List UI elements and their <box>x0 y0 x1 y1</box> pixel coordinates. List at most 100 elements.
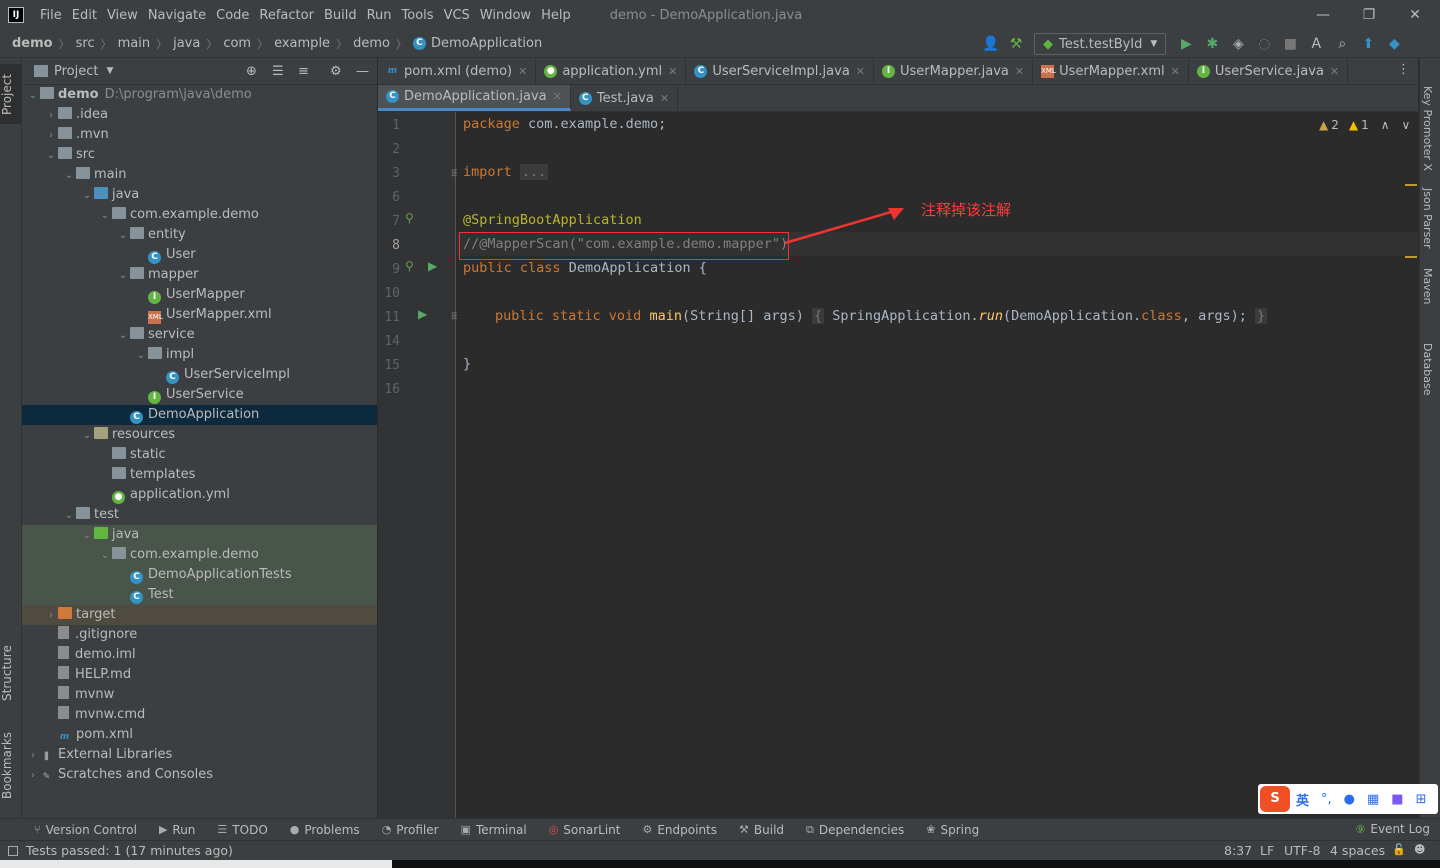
taskbar-search[interactable] <box>0 860 392 868</box>
spring-bean-icon[interactable]: ⚲ <box>405 211 414 225</box>
chevron-down-icon[interactable]: ⌄ <box>80 186 94 206</box>
tree-node[interactable]: HELP.md <box>22 665 377 685</box>
chevron-right-icon[interactable]: › <box>44 126 58 146</box>
toolbox-icon[interactable]: ◆ <box>1386 36 1402 52</box>
breadcrumb-item[interactable]: src <box>76 36 95 51</box>
breadcrumb-item[interactable]: DemoApplication <box>431 36 542 51</box>
status-message[interactable]: Tests passed: 1 (17 minutes ago) <box>26 843 233 858</box>
chevron-right-icon[interactable]: › <box>26 746 40 766</box>
breadcrumb-item[interactable]: demo <box>353 36 390 51</box>
tool-tab-run[interactable]: ▶ Run <box>159 823 195 837</box>
editor-tab[interactable]: I UserService.java ✕ <box>1189 58 1349 84</box>
chevron-down-icon[interactable]: ⌄ <box>98 206 112 226</box>
tool-tab-profiler[interactable]: ◔ Profiler <box>382 823 439 837</box>
ime-lang[interactable]: 英 <box>1296 790 1309 809</box>
spring-bean-icon[interactable]: ⚲ <box>405 259 414 273</box>
close-tab-icon[interactable]: ✕ <box>660 92 669 105</box>
translate-icon[interactable]: A <box>1308 36 1324 52</box>
toggle-tool-windows-icon[interactable] <box>8 845 18 856</box>
chevron-right-icon[interactable]: › <box>44 606 58 626</box>
editor-tab[interactable]: m pom.xml (demo) ✕ <box>378 58 537 84</box>
minimize-icon[interactable]: — <box>1300 0 1346 30</box>
close-tab-icon[interactable]: ✕ <box>518 65 527 78</box>
chevron-up-icon[interactable]: ∧ <box>1381 118 1390 132</box>
locate-icon[interactable]: ⊕ <box>246 64 257 79</box>
chevron-down-icon[interactable]: ⌄ <box>116 326 130 346</box>
menu-edit[interactable]: Edit <box>67 8 102 23</box>
bookmarks-tool-tab[interactable]: Bookmarks <box>0 728 22 803</box>
tree-node[interactable]: › .mvn <box>22 125 377 145</box>
menu-vcs[interactable]: VCS <box>439 8 475 23</box>
project-view-select[interactable]: Project <box>54 64 98 79</box>
tree-node[interactable]: ⌄ main <box>22 165 377 185</box>
grid-icon[interactable]: ⊞ <box>1416 792 1427 807</box>
debug-icon[interactable]: ✱ <box>1204 36 1220 52</box>
tree-node[interactable]: ⌄ impl <box>22 345 377 365</box>
tool-tab-dependencies[interactable]: ⧉ Dependencies <box>806 823 904 837</box>
breadcrumb-item[interactable]: com <box>223 36 251 51</box>
tree-node[interactable]: ⌄ demo D:\program\java\demo <box>22 85 377 105</box>
expand-all-icon[interactable]: ☰ <box>272 64 284 79</box>
run-icon[interactable]: ▶ <box>1178 36 1194 52</box>
tree-node[interactable]: ⌄ service <box>22 325 377 345</box>
menu-help[interactable]: Help <box>536 8 576 23</box>
chevron-right-icon[interactable]: › <box>44 106 58 126</box>
tree-node[interactable]: C DemoApplication <box>22 405 377 425</box>
caret-position[interactable]: 8:37 <box>1224 843 1252 858</box>
close-tab-icon[interactable]: ✕ <box>1015 65 1024 78</box>
chevron-down-icon[interactable]: ⌄ <box>98 546 112 566</box>
chevron-down-icon[interactable]: ∨ <box>1402 118 1411 132</box>
json-parser-tab[interactable]: Json Parser <box>1421 188 1434 249</box>
indent-setting[interactable]: 4 spaces <box>1330 843 1385 858</box>
tree-node[interactable]: › ✎ Scratches and Consoles <box>22 765 377 785</box>
breadcrumb-item[interactable]: java <box>173 36 200 51</box>
microphone-icon[interactable]: ● <box>1344 792 1355 807</box>
tree-node[interactable]: C Test <box>22 585 377 605</box>
tree-node[interactable]: ⌄ resources <box>22 425 377 445</box>
tree-node[interactable]: › target <box>22 605 377 625</box>
more-tabs-icon[interactable]: ⋮ <box>1397 62 1410 77</box>
tree-node[interactable]: › ⫼ External Libraries <box>22 745 377 765</box>
editor-tab[interactable]: XML UserMapper.xml ✕ <box>1033 58 1189 84</box>
ime-toolbar[interactable]: S 英 °, ● ▦ ■ ⊞ <box>1258 784 1438 814</box>
tree-node[interactable]: C User <box>22 245 377 265</box>
tree-node[interactable]: ⌄ java <box>22 525 377 545</box>
chevron-down-icon[interactable]: ⌄ <box>62 506 76 526</box>
editor-tab[interactable]: ● application.yml ✕ <box>536 58 687 84</box>
chevron-down-icon[interactable]: ⌄ <box>116 266 130 286</box>
menu-build[interactable]: Build <box>319 8 362 23</box>
editor-tab[interactable]: I UserMapper.java ✕ <box>874 58 1034 84</box>
menu-refactor[interactable]: Refactor <box>254 8 319 23</box>
gear-icon[interactable]: ⚙ <box>330 64 342 79</box>
close-tab-icon[interactable]: ✕ <box>668 65 677 78</box>
breadcrumb-item[interactable]: example <box>274 36 330 51</box>
editor-tab[interactable]: C UserServiceImpl.java ✕ <box>686 58 875 84</box>
tree-node[interactable]: C DemoApplicationTests <box>22 565 377 585</box>
chevron-down-icon[interactable]: ⌄ <box>62 166 76 186</box>
tool-tab-version-control[interactable]: ⑂ Version Control <box>34 823 137 837</box>
stop-icon[interactable]: ■ <box>1282 36 1298 52</box>
database-tab[interactable]: Database <box>1421 343 1434 396</box>
inspection-widget[interactable]: ▲ 2 ▲ 1 ∧ ∨ <box>1319 118 1410 132</box>
restore-icon[interactable]: ❐ <box>1346 0 1392 30</box>
chevron-down-icon[interactable]: ⌄ <box>80 426 94 446</box>
menu-code[interactable]: Code <box>211 8 254 23</box>
project-tool-tab[interactable]: Project <box>0 64 22 124</box>
tree-node[interactable]: ⌄ java <box>22 185 377 205</box>
keyboard-icon[interactable]: ▦ <box>1367 792 1379 807</box>
structure-tool-tab[interactable]: Structure <box>0 638 22 708</box>
chevron-right-icon[interactable]: › <box>26 766 40 786</box>
editor-tab[interactable]: C Test.java ✕ <box>571 85 679 111</box>
chevron-down-icon[interactable]: ⌄ <box>116 226 130 246</box>
chevron-down-icon[interactable]: ⌄ <box>134 346 148 366</box>
run-gutter-icon[interactable]: ▶ <box>418 307 427 321</box>
breadcrumb-item[interactable]: main <box>118 36 150 51</box>
user-icon[interactable]: 👤 <box>982 36 999 52</box>
close-icon[interactable]: ✕ <box>1392 0 1438 30</box>
menu-file[interactable]: File <box>35 8 67 23</box>
tree-node[interactable]: XML UserMapper.xml <box>22 305 377 325</box>
tree-node[interactable]: › .idea <box>22 105 377 125</box>
menu-tools[interactable]: Tools <box>397 8 439 23</box>
tool-tab-spring[interactable]: ❀ Spring <box>926 823 979 837</box>
tool-tab-terminal[interactable]: ▣ Terminal <box>461 823 527 837</box>
